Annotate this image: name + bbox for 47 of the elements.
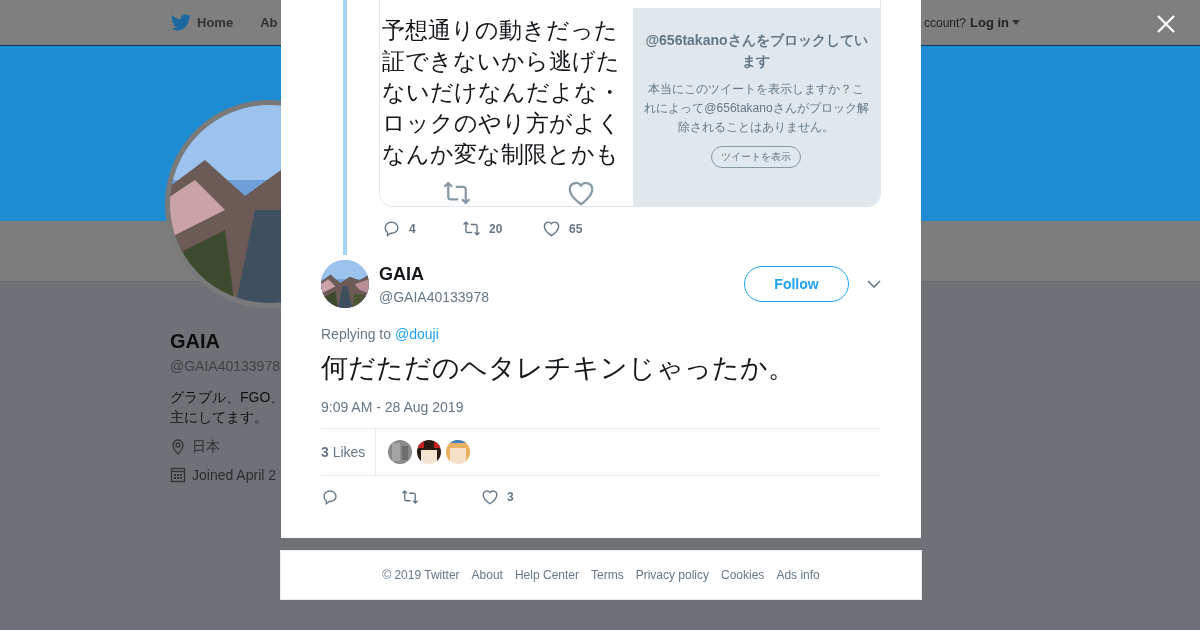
chevron-down-icon[interactable] <box>867 280 881 288</box>
footer-link[interactable]: About <box>471 568 503 582</box>
quoted-tweet-card[interactable]: 予想通りの動きだった 証できないから逃げた ないだけなんだよな・ ロックのやり方がよく なんか変な制限とかも @656takanoさんをブロックしています 本当にこのツイートを表示しますか？これによって@656takanoさんがブロック解除されることはありません。 ツイートを表示 <box>379 0 881 207</box>
profile-location: 日本 <box>192 438 220 456</box>
profile-joined: Joined April 2 <box>192 467 277 483</box>
quoted-tweet-text: なんか変な制限とかも <box>381 140 620 169</box>
reply-icon[interactable] <box>382 219 401 238</box>
retweet-icon[interactable] <box>462 219 481 238</box>
nav-link[interactable]: Ab <box>260 15 278 30</box>
action-count: 4 <box>409 221 416 236</box>
follow-button[interactable]: Follow <box>744 266 849 302</box>
footer-link[interactable]: Terms <box>591 568 624 582</box>
user-name[interactable]: GAIA <box>379 263 744 285</box>
nav-link[interactable]: Home <box>197 15 234 30</box>
profile-bio: 主にしてます。 <box>170 408 268 427</box>
footer-link[interactable]: Privacy policy <box>635 568 709 582</box>
action-count: 65 <box>569 221 583 236</box>
login-link[interactable]: Log in <box>970 15 1009 30</box>
calendar-icon <box>170 467 186 483</box>
blocked-message: 本当にこのツイートを表示しますか？これによって@656takanoさんがブロック解除されることはありません。 <box>643 81 870 136</box>
quoted-tweet-text: 証できないから逃げた <box>381 47 621 76</box>
user-handle[interactable]: @GAIA40133978 <box>379 288 744 305</box>
location-pin-icon <box>170 439 186 455</box>
caret-icon[interactable] <box>1012 20 1020 25</box>
copyright-text: © 2019 Twitter <box>382 568 460 582</box>
quoted-tweet-text: ないだけなんだよな・ <box>381 78 622 107</box>
retweet-icon[interactable] <box>401 488 419 506</box>
mention-link[interactable]: @douji <box>395 326 439 342</box>
quoted-tweet-text: ロックのやり方がよく <box>381 109 622 138</box>
heart-icon[interactable] <box>542 219 561 238</box>
close-icon[interactable] <box>1157 15 1175 33</box>
footer-link[interactable]: Cookies <box>721 568 765 582</box>
quoted-tweet-text: 予想通りの動きだった <box>381 16 619 45</box>
footer-link[interactable]: Ads info <box>776 568 820 582</box>
profile-name: GAIA <box>170 330 220 353</box>
footer-link[interactable]: Help Center <box>514 568 579 582</box>
action-count: 3 <box>507 490 514 504</box>
action-count: 20 <box>489 221 503 236</box>
profile-bio: グラブル、FGO、 <box>170 388 285 407</box>
likes-count[interactable]: 3 Likes <box>321 444 366 460</box>
reply-icon[interactable] <box>321 488 339 506</box>
blocked-title: @656takanoさんをブロックしています <box>644 31 869 71</box>
replying-label: Replying to <box>321 326 392 342</box>
tweet-timestamp[interactable]: 9:09 AM - 28 Aug 2019 <box>321 399 881 415</box>
tweet-text: 何だただのヘタレチキンじゃったか。 <box>321 351 796 385</box>
heart-icon[interactable] <box>481 488 499 506</box>
login-prompt: ccount? <box>923 15 966 30</box>
